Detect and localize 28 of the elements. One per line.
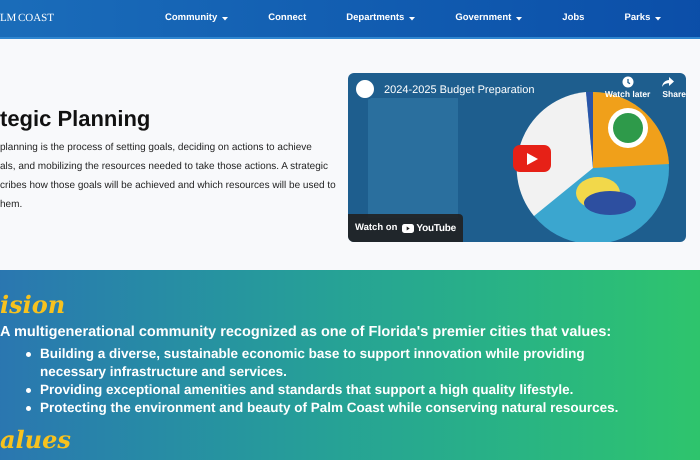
watch-later-button[interactable]: Watch later [604, 76, 650, 101]
video-title[interactable]: 2024-2025 Budget Preparation [384, 82, 534, 98]
section-heading: tegic Planning [0, 106, 152, 132]
site-logo[interactable]: LM COAST [0, 10, 160, 27]
bullet-icon [26, 406, 31, 411]
bullet-icon [26, 352, 31, 357]
values-heading: alues [0, 425, 72, 455]
nav-link[interactable]: Departments [346, 11, 416, 26]
vision-bullet: Protecting the environment and beauty of Palm Coast while conserving natural resources. [40, 399, 618, 417]
play-icon [526, 152, 538, 164]
vision-heading: ision [0, 290, 66, 320]
nav-link[interactable]: Government [455, 11, 522, 26]
watch-on-youtube-link[interactable]: Watch on YouTube [348, 214, 463, 242]
vision-statement: A multigenerational community recognized as one of Florida's premier cities that values: [0, 323, 612, 342]
vision-bullet: Providing exceptional amenities and standards that support a high quality lifestyle. [40, 381, 574, 399]
play-button[interactable] [513, 145, 551, 172]
nav-link[interactable]: Community [165, 11, 228, 26]
play-logo-icon [402, 224, 414, 232]
video-player[interactable]: 2024-2025 Budget Preparation Watch later Share Watch on YouTube [348, 73, 686, 242]
nav-link[interactable]: Jobs [562, 11, 584, 26]
share-button[interactable]: Share [662, 76, 686, 101]
vision-bullet: Building a diverse, sustainable economic base to support innovation while providing necessary infrastructure and services. [40, 345, 586, 381]
share-icon [662, 76, 674, 88]
nav-link[interactable]: Parks [624, 11, 662, 26]
bullet-icon [26, 388, 31, 393]
clock-icon [622, 76, 634, 88]
intro-paragraph: planning is the process of setting goals, deciding on actions to achieve als, and mobilizing the resources needed to take those actions. A strategic cribes how those goals will be achieved and which resources will be used to hem. [0, 141, 336, 212]
nav-link[interactable]: Connect [268, 11, 306, 26]
